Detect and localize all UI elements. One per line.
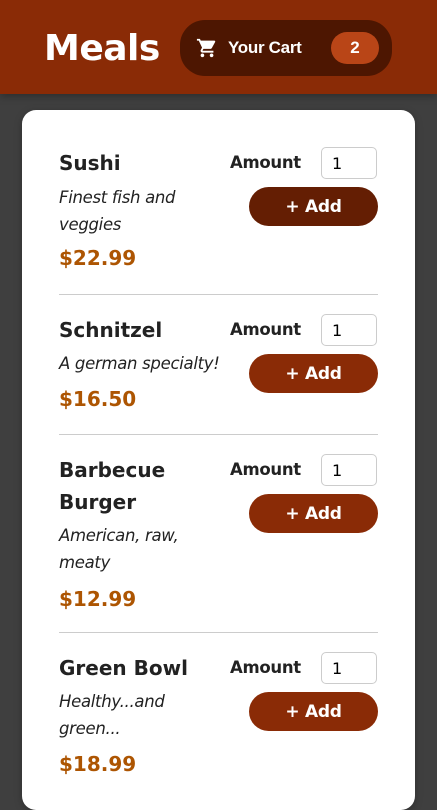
meal-item-barbecue-burger: Barbecue Burger American, raw, meaty $12… [59, 454, 378, 614]
meal-price: $12.99 [59, 587, 137, 611]
add-button[interactable]: + Add [249, 494, 378, 533]
meal-item-sushi: Sushi Finest fish and veggies $22.99 Amo… [59, 147, 378, 297]
meal-item-green-bowl: Green Bowl Healthy...and green... $18.99… [59, 652, 378, 782]
meal-name: Green Bowl [59, 656, 188, 680]
meal-price: $22.99 [59, 246, 137, 270]
meals-list-card: Sushi Finest fish and veggies $22.99 Amo… [22, 110, 415, 810]
meal-description: American, raw, meaty [59, 526, 179, 572]
meal-name: Schnitzel [59, 318, 163, 342]
meal-divider [59, 632, 378, 633]
meal-description: Healthy...and green... [59, 692, 165, 738]
amount-label: Amount [230, 153, 301, 172]
amount-input[interactable] [321, 454, 377, 486]
meal-price: $16.50 [59, 387, 137, 411]
amount-label: Amount [230, 320, 301, 339]
add-button[interactable]: + Add [249, 354, 378, 393]
cart-count-badge: 2 [331, 32, 379, 64]
meal-divider [59, 294, 378, 295]
amount-input[interactable] [321, 147, 377, 179]
add-button[interactable]: + Add [249, 187, 378, 226]
meal-description: Finest fish and veggies [59, 188, 176, 234]
your-cart-button[interactable]: Your Cart 2 [180, 20, 392, 76]
meal-name: Barbecue Burger [59, 458, 166, 514]
meal-price: $18.99 [59, 752, 137, 776]
add-button[interactable]: + Add [249, 692, 378, 731]
amount-label: Amount [230, 460, 301, 479]
meal-name: Sushi [59, 151, 121, 175]
amount-input[interactable] [321, 652, 377, 684]
meal-divider [59, 434, 378, 435]
amount-input[interactable] [321, 314, 377, 346]
app-header: Meals Your Cart 2 [0, 0, 437, 94]
cart-icon [196, 38, 216, 58]
amount-label: Amount [230, 658, 301, 677]
app-title: Meals [44, 28, 160, 69]
cart-label: Your Cart [228, 38, 302, 57]
meal-description: A german specialty! [59, 354, 220, 373]
meal-item-schnitzel: Schnitzel A german specialty! $16.50 Amo… [59, 314, 378, 434]
